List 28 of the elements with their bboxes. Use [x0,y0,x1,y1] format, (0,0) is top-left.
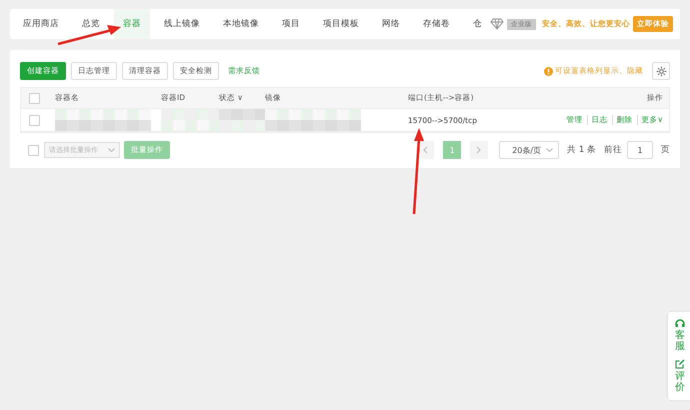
settings-button[interactable] [652,62,670,80]
nav-tab[interactable]: 网络 [373,9,409,39]
info-icon [544,66,553,76]
diamond-icon [490,18,504,30]
goto-label: 前往 [604,144,622,156]
settings-icon [656,66,666,76]
nav-tab[interactable]: 项目模板 [314,9,368,39]
page-unit-label: 页 [661,144,670,156]
batch-checkbox[interactable] [28,144,39,156]
caret-icon [108,148,115,152]
chevron-left-icon [422,146,428,154]
nav-tab[interactable]: 仓 [464,9,491,39]
nav-tab[interactable]: 存储卷 [414,9,459,39]
select-all-checkbox[interactable] [28,92,40,104]
nav-tab[interactable]: 项目 [273,9,309,39]
nav-tab[interactable]: 本地镜像 [214,9,268,39]
edit-icon [675,358,685,369]
caret-icon [546,148,554,152]
total-count: 共 1 条 [567,144,596,156]
nav-tab[interactable]: 线上镜像 [155,9,209,39]
nav-tab[interactable]: 总览 [73,9,109,39]
next-page-button[interactable] [470,141,488,159]
row-checkbox[interactable] [28,114,40,126]
chevron-right-icon [476,146,482,154]
page-size-select[interactable]: 20条/页 [499,141,560,159]
nav-tab[interactable]: 应用商店 [14,9,68,39]
headset-icon [675,319,685,328]
page-input[interactable]: 1 [627,141,653,159]
